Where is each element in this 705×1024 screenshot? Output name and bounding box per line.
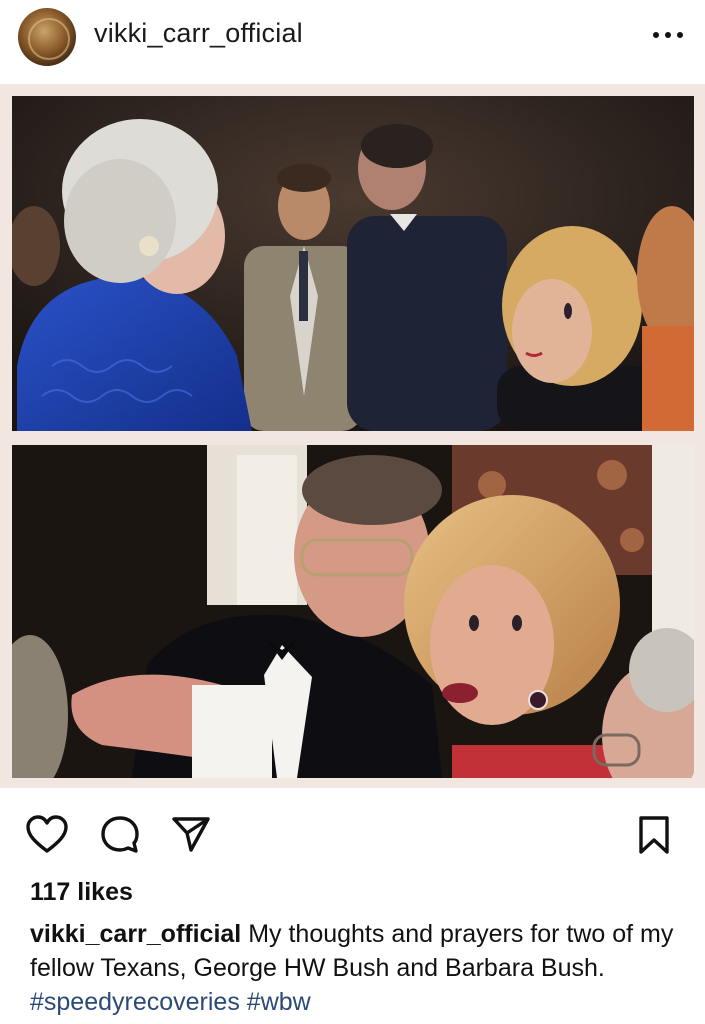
heart-icon[interactable] [25,814,69,854]
post-username[interactable]: vikki_carr_official [94,18,303,49]
hashtag-wbw[interactable]: #wbw [247,988,311,1016]
comment-icon[interactable] [99,814,141,856]
photo-top-illustration [12,96,694,431]
photo-top [12,96,694,431]
likes-count[interactable]: 117 likes [30,878,133,907]
post-header: vikki_carr_official [0,0,705,84]
more-options-icon[interactable] [648,20,688,50]
bookmark-icon[interactable] [636,814,672,856]
photo-bottom-illustration [12,445,694,778]
photo-bottom [12,445,694,778]
post-caption: vikki_carr_official My thoughts and pray… [30,917,680,1019]
caption-username[interactable]: vikki_carr_official [30,920,241,948]
send-icon[interactable] [170,814,212,854]
post-image[interactable] [0,84,705,788]
hashtag-speedyrecoveries[interactable]: #speedyrecoveries [30,988,240,1016]
post-actions [0,800,705,870]
profile-avatar[interactable] [18,8,76,66]
